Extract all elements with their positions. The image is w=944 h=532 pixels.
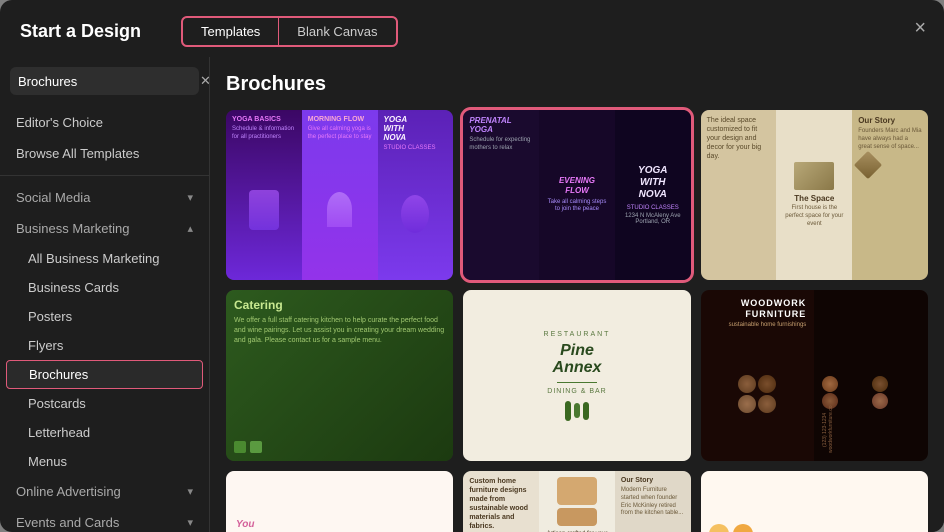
start-design-modal: Start a Design Templates Blank Canvas × …	[0, 0, 944, 532]
chevron-down-icon-2: ▾	[187, 485, 193, 498]
modal-title: Start a Design	[20, 21, 141, 42]
sidebar-all-business-label: All Business Marketing	[28, 251, 160, 266]
sidebar-item-business-marketing[interactable]: Business Marketing ▴	[0, 213, 209, 244]
divider-1	[0, 175, 209, 176]
sidebar-posters-label: Posters	[28, 309, 72, 324]
sidebar-item-flyers[interactable]: Flyers	[0, 331, 209, 360]
template-card-calendula[interactable]: CalendulaDay Spa Indulge in holistic wel…	[701, 471, 928, 532]
template-card-yoga-purple[interactable]: YOGA BASICS Schedule & information for a…	[226, 110, 453, 280]
tab-group: Templates Blank Canvas	[181, 16, 397, 47]
sidebar-online-advertising-label: Online Advertising	[16, 484, 121, 499]
sidebar-business-marketing-label: Business Marketing	[16, 221, 129, 236]
sidebar-item-posters[interactable]: Posters	[0, 302, 209, 331]
main-content: Brochures YOGA BASICS Schedule & informa…	[210, 57, 944, 532]
sidebar-postcards-label: Postcards	[28, 396, 86, 411]
sidebar-brochures-label: Brochures	[29, 367, 88, 382]
sidebar-item-brochures[interactable]: Brochures	[6, 360, 203, 389]
sidebar-item-browse-all[interactable]: Browse All Templates	[0, 138, 209, 169]
template-card-the-space[interactable]: The ideal space customized to fit your d…	[701, 110, 928, 280]
sidebar-flyers-label: Flyers	[28, 338, 63, 353]
sidebar-letterhead-label: Letterhead	[28, 425, 90, 440]
sidebar-item-social-media[interactable]: Social Media ▾	[0, 182, 209, 213]
sidebar-item-events-cards[interactable]: Events and Cards ▾	[0, 507, 209, 532]
template-grid: YOGA BASICS Schedule & information for a…	[226, 110, 928, 532]
modal-body: ✕ Editor's Choice Browse All Templates S…	[0, 57, 944, 532]
modal-header: Start a Design Templates Blank Canvas ×	[0, 0, 944, 57]
template-card-pine-annex[interactable]: Restaurant PineAnnex Dining & Bar	[463, 290, 690, 460]
tab-blank-canvas[interactable]: Blank Canvas	[279, 18, 395, 45]
sidebar-item-postcards[interactable]: Postcards	[0, 389, 209, 418]
search-bar[interactable]: ✕	[10, 67, 199, 95]
sidebar-item-editors-choice-label: Editor's Choice	[16, 115, 103, 130]
chevron-up-icon: ▴	[187, 222, 193, 235]
sidebar: ✕ Editor's Choice Browse All Templates S…	[0, 57, 210, 532]
sidebar-item-menus[interactable]: Menus	[0, 447, 209, 476]
sidebar-business-cards-label: Business Cards	[28, 280, 119, 295]
template-card-deserve[interactable]: Youdeservetotreat Nourish your body and …	[226, 471, 453, 532]
sidebar-item-business-cards[interactable]: Business Cards	[0, 273, 209, 302]
sidebar-item-editors-choice[interactable]: Editor's Choice	[0, 107, 209, 138]
template-card-woodwork[interactable]: WOODWORKFURNITURE sustainable home furni…	[701, 290, 928, 460]
sidebar-item-online-advertising[interactable]: Online Advertising ▾	[0, 476, 209, 507]
template-card-minimal[interactable]: Custom home furniture designs made from …	[463, 471, 690, 532]
chevron-down-icon-3: ▾	[187, 516, 193, 529]
clear-icon[interactable]: ✕	[200, 73, 210, 89]
sidebar-item-browse-all-label: Browse All Templates	[16, 146, 139, 161]
sidebar-events-cards-label: Events and Cards	[16, 515, 119, 530]
tab-templates[interactable]: Templates	[183, 18, 279, 45]
close-button[interactable]: ×	[910, 14, 930, 42]
section-title: Brochures	[226, 73, 928, 96]
template-card-yoga-nova[interactable]: PRENATALYOGA Schedule for expecting moth…	[463, 110, 690, 280]
template-card-catering[interactable]: Catering We offer a full staff catering …	[226, 290, 453, 460]
sidebar-item-all-business[interactable]: All Business Marketing	[0, 244, 209, 273]
sidebar-social-media-label: Social Media	[16, 190, 90, 205]
sidebar-item-letterhead[interactable]: Letterhead	[0, 418, 209, 447]
search-input[interactable]	[18, 74, 194, 89]
sidebar-menus-label: Menus	[28, 454, 67, 469]
chevron-down-icon: ▾	[187, 191, 193, 204]
